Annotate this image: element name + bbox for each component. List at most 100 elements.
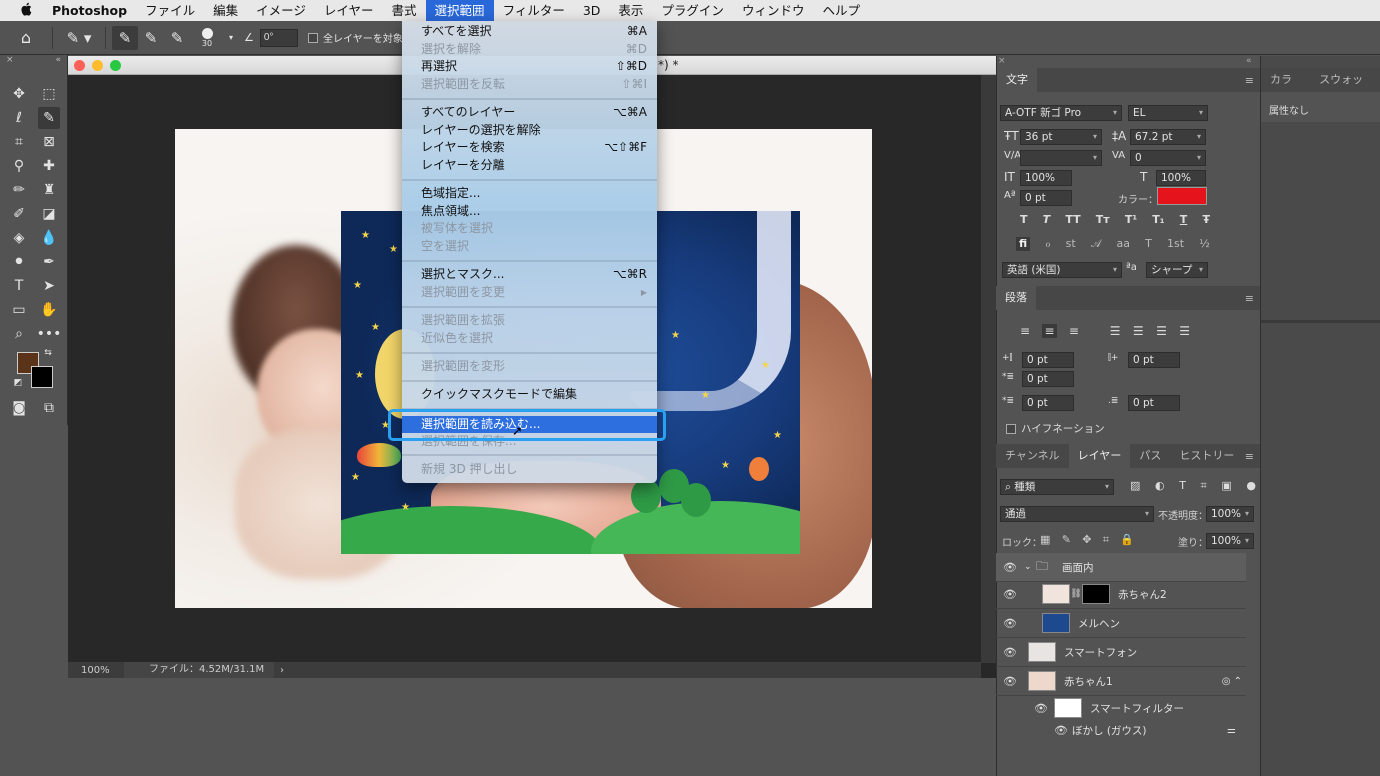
paint-bucket-tool-icon[interactable]: ◈ [8, 227, 30, 249]
stamp-tool-icon[interactable]: ♜ [38, 179, 60, 201]
hand-tool-icon[interactable]: ✋ [38, 299, 60, 321]
small-caps-button[interactable]: Tт [1096, 213, 1110, 226]
horizontal-scale-field[interactable]: 100% [1156, 170, 1206, 186]
align-center-icon[interactable]: ≡ [1042, 324, 1057, 338]
menu-item-reselect[interactable]: 再選択 ⇧⌘D [402, 58, 657, 75]
menu-item-all-layers[interactable]: すべてのレイヤー ⌥⌘A [402, 104, 657, 121]
close-icon[interactable]: × [6, 55, 14, 67]
opacity-field[interactable]: 100% ▾ [1206, 506, 1254, 522]
tab-paths[interactable]: パス [1130, 444, 1170, 468]
quick-mask-icon[interactable]: ◙ [8, 397, 30, 419]
eyedropper-tool-icon[interactable]: ⚲ [8, 155, 30, 177]
menu-window[interactable]: ウィンドウ [733, 0, 814, 21]
font-size-field[interactable]: 36 pt ▾ [1020, 129, 1102, 145]
menu-item-similar[interactable]: 近似色を選択 [402, 330, 657, 347]
file-size-info[interactable]: ファイル：4.52M/31.1M [124, 662, 274, 678]
language-select[interactable]: 英語 (米国) ▾ [1002, 262, 1122, 278]
vertical-scale-field[interactable]: 100% [1020, 170, 1072, 186]
filter-mask-thumbnail[interactable] [1054, 698, 1082, 718]
tab-channels[interactable]: チャンネル [996, 444, 1069, 468]
move-tool-icon[interactable]: ✥ [8, 83, 30, 105]
tab-color[interactable]: カラー [1261, 68, 1310, 110]
new-selection-icon[interactable]: ✎ [112, 25, 138, 50]
justify-last-center-icon[interactable]: ☰ [1133, 324, 1144, 338]
panel-menu-icon[interactable]: ≡ [1245, 74, 1254, 87]
panel-menu-icon[interactable]: ≡ [1245, 292, 1254, 305]
collapse-icon[interactable]: « [55, 55, 61, 67]
blend-mode-select[interactable]: 通過 ▾ [1000, 506, 1154, 522]
default-colors-icon[interactable]: ◩ [12, 377, 24, 389]
menu-image[interactable]: イメージ [247, 0, 315, 21]
subscript-button[interactable]: T₁ [1152, 213, 1164, 226]
eye-icon[interactable]: 👁 [996, 675, 1024, 688]
fraction-button[interactable]: ½ [1199, 237, 1210, 251]
menu-item-select-subject[interactable]: 被写体を選択 [402, 220, 657, 237]
lock-position-icon[interactable]: ✥ [1082, 533, 1091, 547]
zoom-tool-icon[interactable]: ⌕ [8, 323, 30, 345]
tab-character[interactable]: 文字 [997, 68, 1037, 92]
menu-edit[interactable]: 編集 [204, 0, 247, 21]
space-before-field[interactable]: 0 pt [1022, 395, 1074, 411]
minimize-window-button[interactable] [92, 60, 103, 71]
menu-select[interactable]: 選択範囲 [425, 0, 494, 21]
menu-help[interactable]: ヘルプ [813, 0, 869, 21]
superscript-button[interactable]: T¹ [1125, 213, 1137, 226]
brush-tool-icon[interactable]: ✏ [8, 179, 30, 201]
justify-last-right-icon[interactable]: ☰ [1156, 324, 1167, 338]
path-selection-tool-icon[interactable]: ➤ [38, 275, 60, 297]
menu-item-color-range[interactable]: 色域指定... [402, 185, 657, 202]
menu-item-grow[interactable]: 選択範囲を拡張 [402, 312, 657, 329]
lock-all-icon[interactable]: 🔒 [1120, 533, 1134, 547]
close-icon[interactable]: × [998, 56, 1006, 66]
subtract-from-selection-icon[interactable]: ✎ [164, 26, 190, 50]
quick-select-preset-icon[interactable]: ✎ ▾ [59, 26, 99, 50]
justify-last-left-icon[interactable]: ☰ [1110, 324, 1121, 338]
background-color-swatch[interactable] [31, 366, 53, 388]
eye-icon[interactable]: 👁 [996, 646, 1024, 659]
menu-item-isolate-layers[interactable]: レイヤーを分離 [402, 157, 657, 174]
eye-icon[interactable]: 👁 [996, 588, 1024, 601]
filter-pixel-icon[interactable]: ▨ [1130, 479, 1140, 493]
screen-mode-icon[interactable]: ⧉ [38, 397, 60, 419]
ordinal-button[interactable]: 1st [1167, 237, 1184, 251]
pen-tool-icon[interactable]: ✒ [38, 251, 60, 273]
frame-tool-icon[interactable]: ⊠ [38, 131, 60, 153]
fill-field[interactable]: 100% ▾ [1206, 533, 1254, 549]
leading-field[interactable]: 67.2 pt ▾ [1130, 129, 1206, 145]
titling-button[interactable]: T [1145, 237, 1152, 251]
underline-button[interactable]: T [1180, 213, 1188, 226]
layer-row[interactable]: 👁 赤ちゃん1 ◎ ⌃ [996, 667, 1246, 696]
space-after-field[interactable]: 0 pt [1128, 395, 1180, 411]
healing-brush-tool-icon[interactable]: ✚ [38, 155, 60, 177]
filter-toggle-icon[interactable]: ● [1246, 479, 1256, 493]
menu-type[interactable]: 書式 [383, 0, 426, 21]
filter-shape-icon[interactable]: ⌗ [1201, 479, 1207, 493]
font-style-select[interactable]: EL ▾ [1128, 105, 1208, 121]
faux-italic-button[interactable]: T [1043, 213, 1051, 226]
apple-icon[interactable] [0, 2, 52, 20]
tab-layers[interactable]: レイヤー [1068, 444, 1131, 468]
lock-pixels-icon[interactable]: ✎ [1062, 533, 1071, 547]
eye-icon[interactable]: 👁 [996, 617, 1024, 630]
chevron-down-icon[interactable]: ⌄ [1024, 562, 1036, 572]
font-family-select[interactable]: A-OTF 新ゴ Pro ▾ [1000, 105, 1122, 121]
layer-row[interactable]: 👁 ⛓ 赤ちゃん2 [996, 580, 1246, 609]
menu-item-deselect-layers[interactable]: レイヤーの選択を解除 [402, 122, 657, 139]
add-to-selection-icon[interactable]: ✎ [138, 26, 164, 50]
ligature-button[interactable]: fi [1016, 237, 1031, 251]
layer-row-smart-filters[interactable]: 👁 スマートフィルター [996, 696, 1246, 720]
strikethrough-button[interactable]: Ŧ [1202, 213, 1210, 226]
alt-ligature-button[interactable]: ℴ [1045, 237, 1050, 251]
zoom-window-button[interactable] [110, 60, 121, 71]
tracking-field[interactable]: 0 ▾ [1130, 150, 1206, 166]
menu-item-focus-area[interactable]: 焦点領域... [402, 203, 657, 220]
swap-colors-icon[interactable]: ⇆ [42, 347, 54, 359]
menu-item-inverse[interactable]: 選択範囲を反転 ⇧⌘I [402, 76, 657, 93]
eye-icon[interactable]: 👁 [996, 561, 1024, 574]
filter-smart-object-icon[interactable]: ▣ [1221, 479, 1231, 493]
lock-artboard-icon[interactable]: ⌗ [1103, 533, 1109, 547]
tab-paragraph[interactable]: 段落 [996, 286, 1036, 310]
text-color-swatch[interactable] [1157, 187, 1207, 205]
chevron-down-icon[interactable]: ▾ [224, 26, 238, 50]
menu-item-quick-mask[interactable]: クイックマスクモードで編集 [402, 386, 657, 403]
